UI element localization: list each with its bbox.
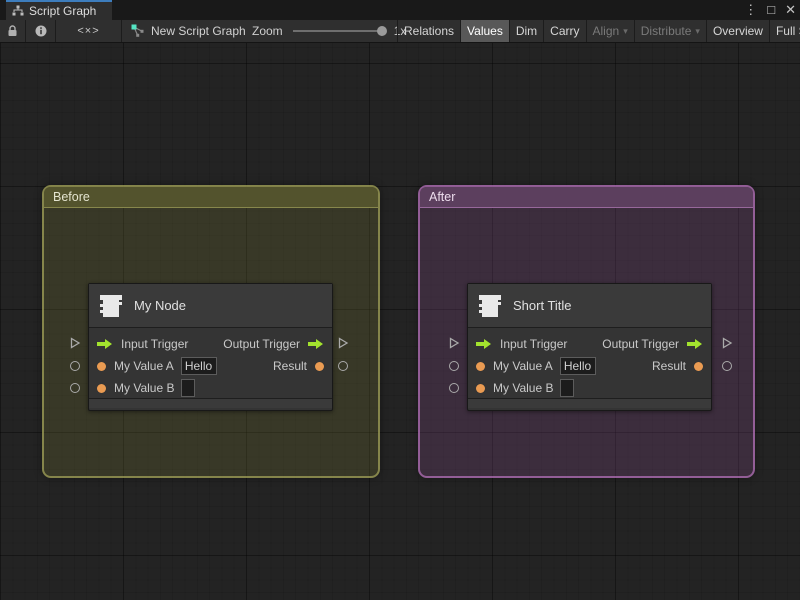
lock-icon <box>8 25 17 36</box>
tab-script-graph[interactable]: Script Graph <box>6 0 112 20</box>
code-icon: <×> <box>77 25 100 37</box>
node-short-title[interactable]: Short Title Input Trigger Output Trigger <box>467 283 712 411</box>
my-value-b-field[interactable] <box>560 379 575 397</box>
dim-label: Dim <box>515 24 538 38</box>
overview-button[interactable]: Overview <box>705 20 769 42</box>
unit-icon <box>100 294 122 317</box>
window-controls: ⋮ □ ✕ <box>744 0 796 20</box>
carry-button[interactable]: Carry <box>543 20 585 42</box>
port-label: Input Trigger <box>500 337 568 351</box>
unit-icon <box>479 294 501 317</box>
external-value-output-icon[interactable] <box>338 361 348 371</box>
lock-button[interactable] <box>0 20 26 42</box>
node-title: My Node <box>134 298 187 313</box>
full-screen-button[interactable]: Full Screen <box>768 20 800 42</box>
value-output-port-icon[interactable] <box>694 361 703 371</box>
node-short-title-header[interactable]: Short Title <box>468 284 711 328</box>
dim-button[interactable]: Dim <box>508 20 543 42</box>
hierarchy-icon <box>12 5 24 16</box>
relations-button[interactable]: Relations <box>397 20 460 42</box>
script-graph-window: Script Graph ⋮ □ ✕ <×> New Script Graph … <box>0 0 800 600</box>
node-footer <box>89 398 332 408</box>
node-my-node-header[interactable]: My Node <box>89 284 332 328</box>
code-view-button[interactable]: <×> <box>56 20 122 42</box>
external-flow-output-icon[interactable] <box>337 337 349 349</box>
maximize-button[interactable]: □ <box>767 0 775 20</box>
node-body: Input Trigger Output Trigger My Value A <box>468 328 711 398</box>
port-label: Output Trigger <box>223 337 300 351</box>
flow-input-port-icon[interactable] <box>97 338 113 350</box>
value-input-port-icon[interactable] <box>97 361 106 371</box>
graph-node-icon <box>131 24 144 37</box>
node-footer <box>468 398 711 408</box>
align-label: Align <box>592 24 620 38</box>
my-value-a-field[interactable] <box>180 357 217 375</box>
group-before-title: Before <box>53 190 90 204</box>
distribute-button[interactable]: Distribute ▾ <box>633 20 706 42</box>
graph-canvas[interactable]: Before After My Node Input Trigger Outpu… <box>0 43 800 600</box>
chevron-down-icon: ▾ <box>695 25 700 36</box>
zoom-slider-knob[interactable] <box>376 26 387 36</box>
my-value-a-field[interactable] <box>559 357 596 375</box>
tab-bar: Script Graph ⋮ □ ✕ <box>0 0 800 20</box>
port-label: Result <box>272 359 307 373</box>
new-script-graph-label: New Script Graph <box>151 24 246 38</box>
port-label: My Value A <box>114 359 174 373</box>
zoom-slider[interactable] <box>292 25 387 37</box>
node-my-node[interactable]: My Node Input Trigger Output Trigger My … <box>88 283 333 411</box>
align-button[interactable]: Align ▾ <box>585 20 634 42</box>
window-menu-button[interactable]: ⋮ <box>744 0 757 20</box>
flow-output-port-icon[interactable] <box>687 338 703 350</box>
port-label: Input Trigger <box>121 337 189 351</box>
external-value-input-icon[interactable] <box>449 383 459 393</box>
graph-toolbar: <×> New Script Graph Zoom 1x Relations V… <box>0 20 800 43</box>
toolbar-toggles: Relations Values Dim Carry Align ▾ Distr… <box>397 20 800 42</box>
node-body: Input Trigger Output Trigger My Value A <box>89 328 332 398</box>
zoom-label: Zoom <box>252 24 283 38</box>
flow-input-port-icon[interactable] <box>476 338 492 350</box>
group-after-header[interactable]: After <box>420 187 753 208</box>
value-input-port-icon[interactable] <box>476 383 485 393</box>
chevron-down-icon: ▾ <box>623 25 628 36</box>
new-script-graph-button[interactable]: New Script Graph <box>127 20 250 42</box>
external-flow-output-icon[interactable] <box>721 337 733 349</box>
value-output-port-icon[interactable] <box>315 361 324 371</box>
zoom-slider-track <box>292 30 385 32</box>
value-input-port-icon[interactable] <box>97 383 106 393</box>
distribute-label: Distribute <box>640 24 692 38</box>
overview-label: Overview <box>712 24 763 38</box>
external-value-output-icon[interactable] <box>722 361 732 371</box>
values-label: Values <box>467 24 503 38</box>
group-after-title: After <box>429 190 456 204</box>
port-label: My Value A <box>493 359 553 373</box>
my-value-b-field[interactable] <box>181 379 196 397</box>
value-input-port-icon[interactable] <box>476 361 485 371</box>
flow-output-port-icon[interactable] <box>308 338 324 350</box>
close-button[interactable]: ✕ <box>785 0 796 20</box>
external-flow-input-icon[interactable] <box>69 337 81 349</box>
external-value-input-icon[interactable] <box>449 361 459 371</box>
port-label: Result <box>651 359 686 373</box>
port-label: My Value B <box>114 381 175 395</box>
node-title: Short Title <box>513 298 572 313</box>
info-button[interactable] <box>26 20 56 42</box>
tab-title: Script Graph <box>29 4 97 18</box>
group-before-header[interactable]: Before <box>44 187 378 208</box>
port-label: My Value B <box>493 381 554 395</box>
info-icon <box>35 25 46 37</box>
carry-label: Carry <box>550 24 580 38</box>
zoom-control: Zoom 1x <box>252 20 406 42</box>
full-screen-label: Full Screen <box>775 24 800 38</box>
values-button[interactable]: Values <box>460 20 509 42</box>
relations-label: Relations <box>404 24 455 38</box>
external-flow-input-icon[interactable] <box>448 337 460 349</box>
external-value-input-icon[interactable] <box>70 383 80 393</box>
external-value-input-icon[interactable] <box>70 361 80 371</box>
port-label: Output Trigger <box>602 337 679 351</box>
